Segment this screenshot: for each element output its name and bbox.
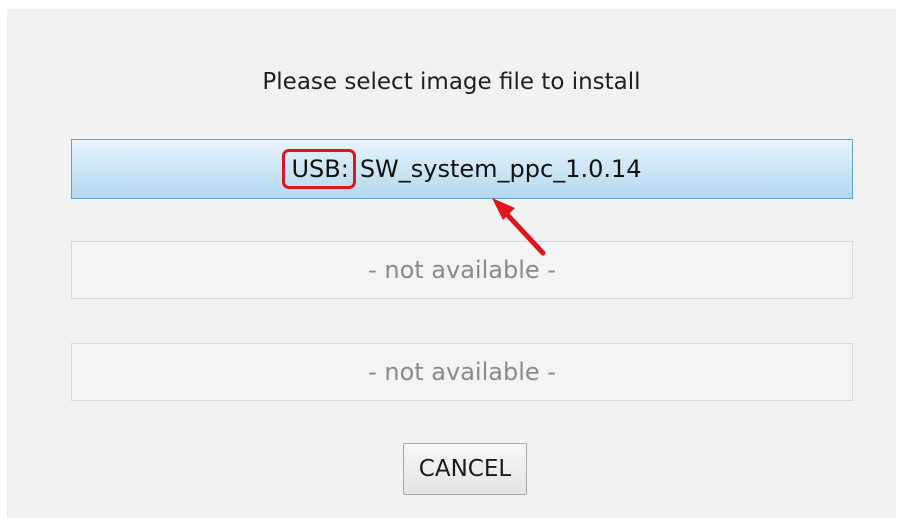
cancel-button[interactable]: CANCEL (403, 443, 527, 495)
image-slot-usb[interactable]: USB: SW_system_ppc_1.0.14 (71, 139, 853, 199)
image-slot-2[interactable]: - not available - (71, 241, 853, 299)
usb-prefix-label: USB: (282, 149, 356, 189)
install-image-dialog: Please select image file to install USB:… (7, 9, 896, 518)
image-file-name: SW_system_ppc_1.0.14 (359, 155, 642, 183)
dialog-prompt: Please select image file to install (262, 69, 641, 95)
image-slot-3[interactable]: - not available - (71, 343, 853, 401)
slot-unavailable-label: - not available - (368, 256, 556, 284)
slot-unavailable-label: - not available - (368, 358, 556, 386)
